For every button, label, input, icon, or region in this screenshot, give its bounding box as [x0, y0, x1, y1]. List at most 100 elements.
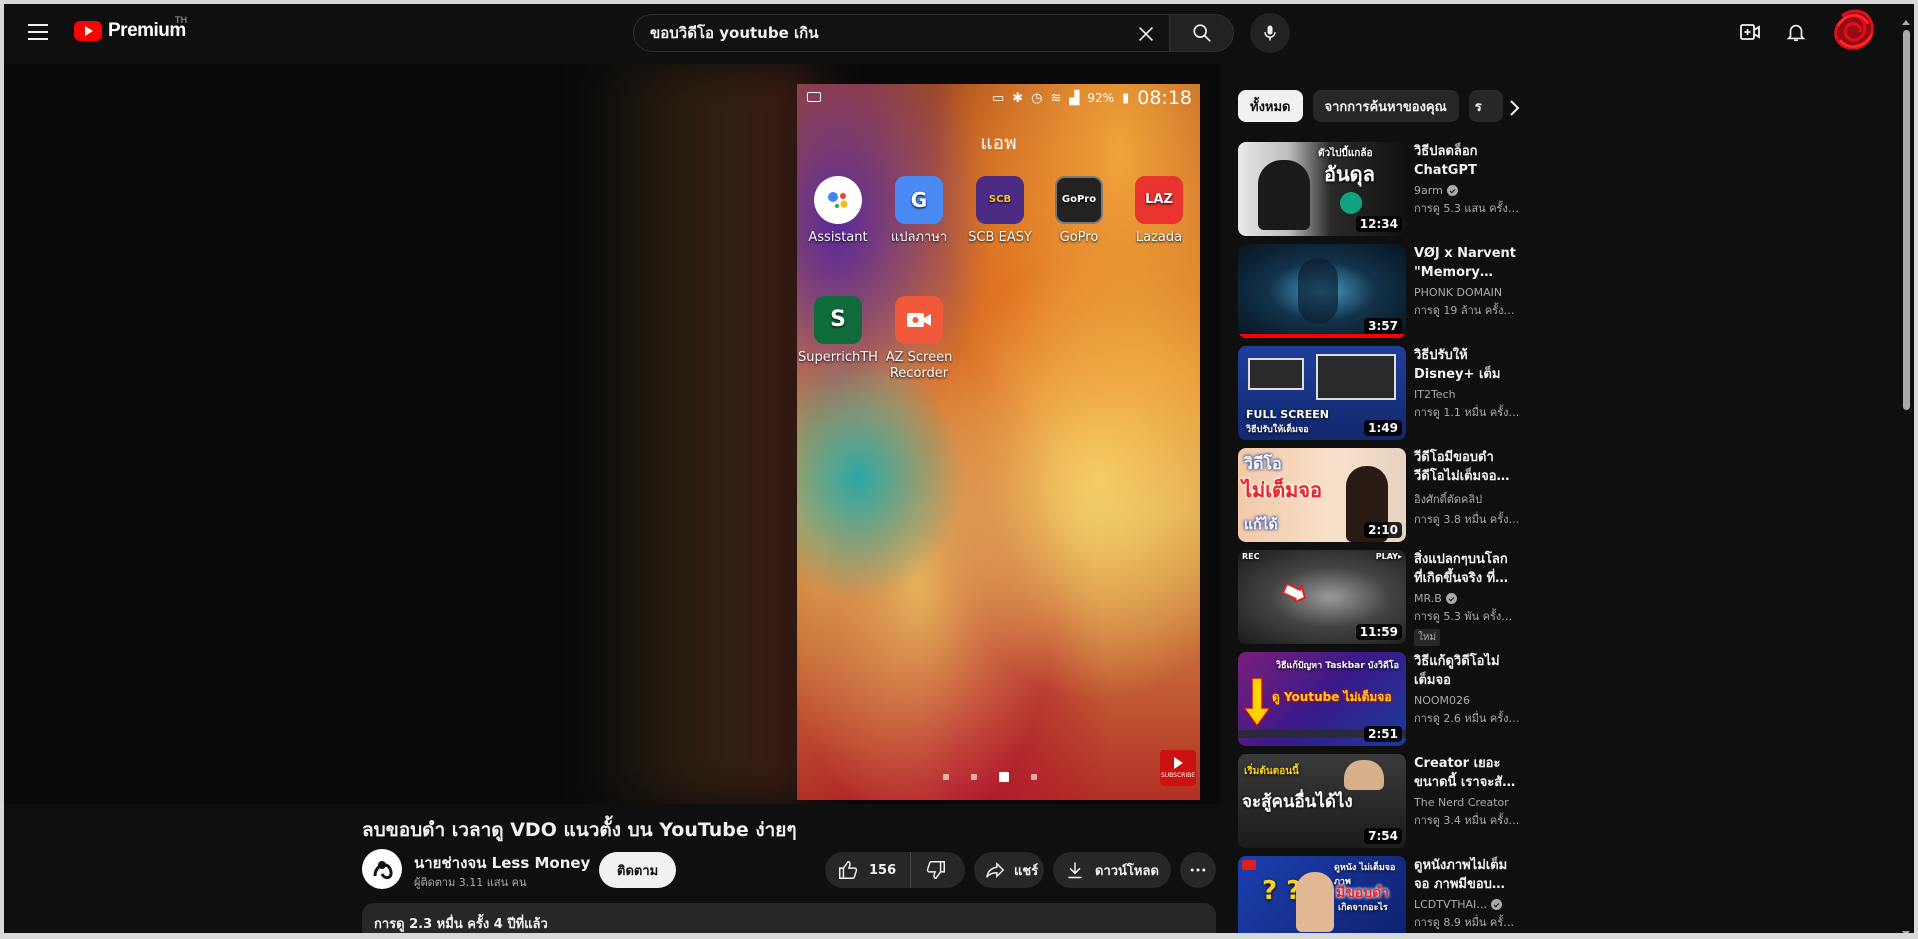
microphone-icon: [1264, 25, 1276, 41]
subscribe-watermark[interactable]: SUBSCRIBE: [1160, 750, 1196, 786]
video-frame[interactable]: ▭ ✱ ◷ ≋ ▟ 92% ▮ 08:18 แอพ Assistant G แป…: [797, 84, 1200, 800]
scroll-up-arrow-icon[interactable]: [1902, 20, 1910, 25]
app-superrich: S SuperrichTH: [797, 296, 879, 366]
view-count-and-date: การดู 2.3 หมื่น ครั้ง 4 ปีที่แล้ว: [374, 917, 548, 932]
voice-search-button[interactable]: [1250, 13, 1290, 53]
watched-progress-bar: [1238, 334, 1406, 338]
thumbs-up-icon: [839, 861, 858, 879]
list-item[interactable]: วิธีแก้ปัญหา Taskbar บังวิดีโอ ดู Youtub…: [1238, 652, 1518, 746]
list-item[interactable]: FULL SCREEN วิธีปรับให้เต็มจอ 1:49 วิธีป…: [1238, 346, 1518, 440]
search-button[interactable]: [1170, 14, 1234, 52]
share-label: แชร์: [1014, 863, 1039, 879]
download-icon: [1068, 862, 1082, 879]
signal-icon: ▟: [1069, 90, 1080, 106]
list-item[interactable]: 3:57 VØJ x Narvent "Memory… PHONK DOMAIN…: [1238, 244, 1518, 338]
video-title: สิ่งแปลกๆบนโลก ที่เกิดขึ้นจริง ที่…: [1414, 552, 1509, 586]
list-item[interactable]: วิดีโอ ไม่เต็มจอ แก้ได้ 2:10 วีดีโอมีขอบ…: [1238, 448, 1518, 542]
more-actions-button[interactable]: [1180, 852, 1216, 888]
like-button[interactable]: 156: [825, 852, 912, 888]
video-thumbnail: FULL SCREEN วิธีปรับให้เต็มจอ 1:49: [1238, 346, 1406, 440]
video-duration: 2:51: [1364, 726, 1402, 742]
scroll-down-arrow-icon[interactable]: [1902, 931, 1910, 936]
video-title: Creator เยอะ ขนาดนี้ เราจะสั…: [1414, 756, 1516, 790]
phone-clock: 08:18: [1137, 87, 1192, 109]
view-count: การดู 3.4 หมื่น ครั้ง…: [1414, 814, 1518, 827]
page-scrollbar[interactable]: [1900, 20, 1912, 936]
list-item[interactable]: ตัวไปบี้แกล้อ อันดุล 12:34 วิธีปลดล็อก C…: [1238, 142, 1518, 236]
notifications-button[interactable]: [1776, 12, 1816, 52]
thumb-play-label: PLAY▸: [1375, 552, 1402, 561]
bell-icon: [1786, 24, 1806, 42]
video-create-icon: [1740, 24, 1760, 40]
like-count: 156: [869, 862, 897, 878]
share-button[interactable]: แชร์: [974, 852, 1044, 888]
video-title: วิธีปลดล็อก ChatGPT: [1414, 144, 1478, 178]
youtube-premium-logo[interactable]: Premium: [74, 20, 186, 42]
video-duration: 3:57: [1364, 318, 1402, 334]
list-item[interactable]: เริ่มต้นตอนนี้ จะสู้คนอื่นได้ไง 7:54 Cre…: [1238, 754, 1518, 848]
thumb-headline: อันดุล: [1324, 162, 1375, 186]
record-indicator-icon: [807, 92, 821, 102]
channel-avatar[interactable]: [362, 849, 402, 889]
video-title: ดูหนังภาพไม่เต็ม จอ ภาพมีขอบ…: [1414, 858, 1508, 892]
description-box[interactable]: การดู 2.3 หมื่น ครั้ง 4 ปีที่แล้ว: [362, 903, 1216, 939]
channel-name: 9arm: [1414, 184, 1518, 197]
channel-name: MR.B: [1414, 592, 1518, 605]
search-bar: [633, 13, 1290, 53]
channel-name: LCDTVTHAI…: [1414, 898, 1518, 911]
search-input[interactable]: [650, 24, 1120, 42]
thumb-headline: ดู Youtube ไม่เต็มจอ: [1272, 690, 1392, 704]
play-icon: [1173, 757, 1183, 769]
apps-title: แอพ: [980, 132, 1017, 154]
video-thumbnail: วิธีแก้ปัญหา Taskbar บังวิดีโอ ดู Youtub…: [1238, 652, 1406, 746]
video-title: วีดีโอมีขอบดำ วีดีโอไม่เต็มจอ…: [1414, 450, 1510, 484]
thumb-headline: จะสู้คนอื่นได้ไง: [1242, 792, 1353, 812]
search-icon: [1192, 24, 1211, 42]
lazada-icon: LAZ: [1135, 176, 1183, 224]
video-thumbnail: ตัวไปบี้แกล้อ อันดุล 12:34: [1238, 142, 1406, 236]
scrollbar-thumb[interactable]: [1903, 30, 1910, 410]
video-duration: 1:49: [1364, 420, 1402, 436]
video-meta: วิธีปลดล็อก ChatGPT 9arm การดู 5.3 แสน ค…: [1414, 142, 1518, 217]
hamburger-menu-icon[interactable]: [22, 16, 54, 48]
channel-name: อิงศักดิ์ตัดคลิป: [1414, 493, 1483, 506]
chip-from-search[interactable]: จากการค้นหาของคุณ: [1312, 90, 1459, 122]
google-translate-icon: G: [895, 176, 943, 224]
channel-name: NOOM026: [1414, 694, 1471, 707]
view-count: การดู 3.8 หมื่น ครั้ง…: [1414, 513, 1518, 526]
video-duration: 7:54: [1364, 828, 1402, 844]
filter-chips: ทั้งหมด จากการค้นหาของคุณ ร: [1238, 90, 1503, 122]
dislike-button[interactable]: [911, 852, 961, 888]
youtube-play-logo-icon: [74, 21, 102, 41]
google-assistant-icon: [814, 176, 862, 224]
battery-level: 92%: [1087, 91, 1115, 105]
chip-related[interactable]: ร: [1468, 90, 1503, 122]
phone-status-bar: ▭ ✱ ◷ ≋ ▟ 92% ▮ 08:18: [797, 84, 1200, 112]
gopro-icon: GoPro: [1055, 176, 1103, 224]
channel-name[interactable]: นายช่างจน Less Money: [414, 851, 590, 875]
clear-search-icon[interactable]: [1135, 23, 1157, 45]
chatgpt-logo-icon: [1340, 192, 1362, 214]
chip-all[interactable]: ทั้งหมด: [1238, 90, 1303, 122]
app-lazada: LAZ Lazada: [1118, 176, 1200, 246]
subscribe-button[interactable]: ติดตาม: [599, 852, 677, 888]
video-title: VØJ x Narvent "Memory…: [1414, 246, 1516, 280]
like-dislike-group: 156: [825, 852, 965, 888]
create-button[interactable]: [1730, 12, 1770, 52]
app-gopro: GoPro GoPro: [1038, 176, 1120, 246]
channel-name: The Nerd Creator: [1414, 796, 1509, 809]
list-item[interactable]: REC PLAY▸ 11:59 สิ่งแปลกๆบนโลก ที่เกิดขึ…: [1238, 550, 1518, 646]
account-avatar-scribble-icon[interactable]: [1826, 6, 1880, 56]
video-meta: สิ่งแปลกๆบนโลก ที่เกิดขึ้นจริง ที่… MR.B…: [1414, 550, 1518, 646]
video-meta: วีดีโอมีขอบดำ วีดีโอไม่เต็มจอ… อิงศักดิ์…: [1414, 448, 1518, 528]
superrich-icon: S: [814, 296, 862, 344]
lg-logo-icon: [1242, 860, 1256, 870]
video-meta: วิธีปรับให้ Disney+ เต็มจ… IT2Tech การดู…: [1414, 346, 1518, 421]
video-duration: 2:10: [1364, 522, 1402, 538]
list-item[interactable]: ? ? ดูหนัง ไม่เต็มจอ ภาพ มีขอบดำ เกิดจาก…: [1238, 856, 1518, 939]
thumb-face: [1344, 760, 1384, 790]
chevron-right-icon[interactable]: [1502, 96, 1526, 120]
download-button[interactable]: ดาวน์โหลด: [1053, 852, 1171, 888]
video-player[interactable]: ▭ ✱ ◷ ≋ ▟ 92% ▮ 08:18 แอพ Assistant G แป…: [0, 64, 1220, 804]
share-arrow-icon: [986, 861, 1005, 879]
